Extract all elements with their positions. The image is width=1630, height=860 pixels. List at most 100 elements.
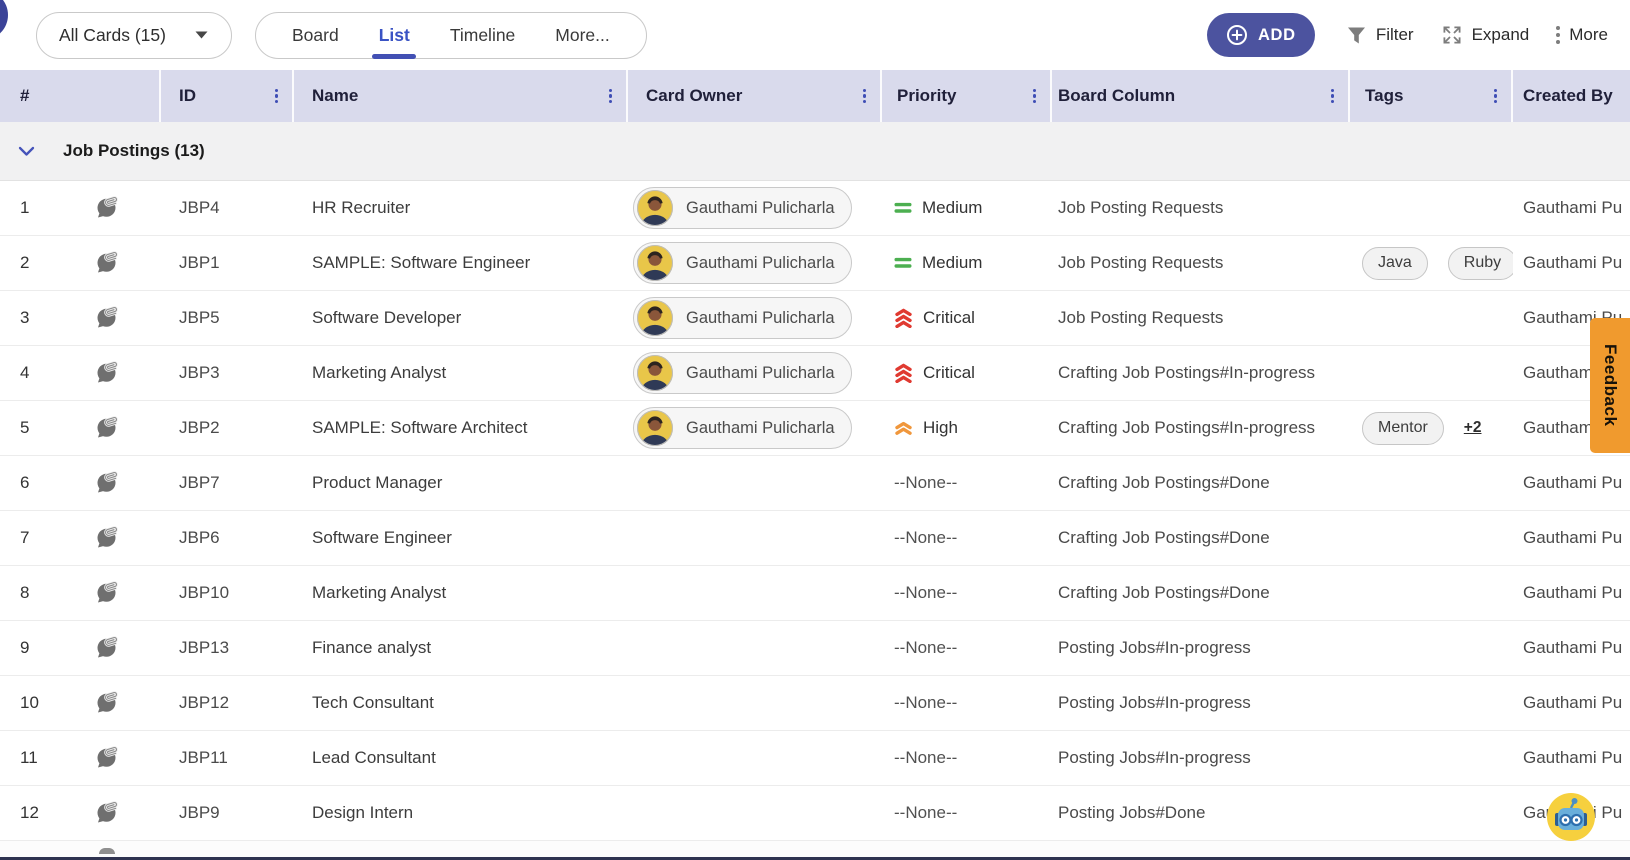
tag-pill[interactable]: Java bbox=[1362, 246, 1428, 280]
row-number: 9 bbox=[20, 638, 30, 657]
cell-card-name[interactable]: SAMPLE: Software Architect bbox=[294, 418, 628, 438]
column-menu-icon[interactable] bbox=[608, 88, 612, 104]
table-row[interactable]: 6 JBP7 Product Manager --None-- Crafting… bbox=[0, 456, 1630, 511]
priority-none: --None-- bbox=[894, 803, 958, 822]
card-name[interactable]: SAMPLE: Software Architect bbox=[312, 418, 527, 438]
more-tags-link[interactable]: +2 bbox=[1464, 419, 1482, 437]
column-label: Board Column bbox=[1058, 86, 1176, 105]
board-column-value: Crafting Job Postings#Done bbox=[1058, 528, 1270, 547]
card-name[interactable]: Finance analyst bbox=[312, 638, 431, 658]
card-owner-chip[interactable]: Gauthami Pulicharla bbox=[633, 187, 852, 229]
cell-card-name[interactable]: Software Developer bbox=[294, 308, 628, 328]
cell-card-name[interactable]: Software Engineer bbox=[294, 528, 628, 548]
card-owner-chip[interactable]: Gauthami Pulicharla bbox=[633, 242, 852, 284]
filter-button[interactable]: Filter bbox=[1346, 25, 1414, 46]
column-header-num[interactable]: # bbox=[0, 70, 161, 122]
comment-paperclip-icon bbox=[97, 801, 118, 823]
priority-none: --None-- bbox=[894, 693, 958, 712]
sprints-list-view: All Cards (15) Board List Timeline More... … bbox=[0, 0, 1630, 860]
feedback-tab[interactable]: Feedback bbox=[1590, 318, 1630, 453]
cell-card-name[interactable]: SAMPLE: Software Engineer bbox=[294, 253, 628, 273]
card-owner-chip[interactable]: Gauthami Pulicharla bbox=[633, 407, 852, 449]
collapse-chevron-icon[interactable] bbox=[18, 146, 35, 157]
tab-more[interactable]: More... bbox=[555, 13, 609, 58]
column-menu-icon[interactable] bbox=[274, 88, 278, 104]
cell-card-name[interactable]: Marketing Analyst bbox=[294, 583, 628, 603]
card-owner-chip[interactable]: Gauthami Pulicharla bbox=[633, 297, 852, 339]
priority-none: --None-- bbox=[894, 583, 958, 602]
tab-list[interactable]: List bbox=[372, 13, 417, 59]
cell-card-owner: Gauthami Pulicharla bbox=[628, 187, 882, 229]
column-header-id[interactable]: ID bbox=[161, 70, 294, 122]
board-column-value: Job Posting Requests bbox=[1058, 253, 1224, 272]
column-menu-icon[interactable] bbox=[862, 88, 866, 104]
assistant-fab[interactable] bbox=[1547, 793, 1595, 841]
cell-card-name[interactable]: Tech Consultant bbox=[294, 693, 628, 713]
column-header-created[interactable]: Created By bbox=[1513, 70, 1630, 122]
card-name[interactable]: Design Intern bbox=[312, 803, 413, 823]
card-id: JBP3 bbox=[179, 363, 220, 382]
created-by-value: Gauthami Pu bbox=[1523, 473, 1623, 492]
more-button[interactable]: More bbox=[1556, 25, 1608, 45]
table-row[interactable]: 9 JBP13 Finance analyst --None-- Posting… bbox=[0, 621, 1630, 676]
table-row[interactable]: 10 JBP12 Tech Consultant --None-- Postin… bbox=[0, 676, 1630, 731]
add-button[interactable]: ADD bbox=[1206, 13, 1315, 57]
column-header-board[interactable]: Board Column bbox=[1052, 70, 1350, 122]
priority-none: --None-- bbox=[894, 638, 958, 657]
table-row[interactable]: 1 JBP4 HR Recruiter Gauthami Pulicharla … bbox=[0, 181, 1630, 236]
table-row[interactable]: 2 JBP1 SAMPLE: Software Engineer Gautham… bbox=[0, 236, 1630, 291]
group-row-job-postings[interactable]: Job Postings (13) bbox=[0, 122, 1630, 181]
cell-created-by: Gauthami Pu bbox=[1513, 693, 1622, 713]
table-row[interactable]: 11 JBP11 Lead Consultant --None-- Postin… bbox=[0, 731, 1630, 786]
table-row[interactable]: 4 JBP3 Marketing Analyst Gauthami Pulich… bbox=[0, 346, 1630, 401]
card-name[interactable]: Tech Consultant bbox=[312, 693, 434, 713]
cell-created-by: Gauthami Pu bbox=[1513, 473, 1622, 493]
tag-pill[interactable]: Ruby bbox=[1447, 246, 1513, 280]
card-id: JBP6 bbox=[179, 528, 220, 547]
cell-card-name[interactable]: Finance analyst bbox=[294, 638, 628, 658]
table-row[interactable]: 5 JBP2 SAMPLE: Software Architect Gautha… bbox=[0, 401, 1630, 456]
tag-pill[interactable]: Mentor bbox=[1362, 411, 1444, 445]
owner-name: Gauthami Pulicharla bbox=[686, 198, 835, 217]
table-row[interactable]: 3 JBP5 Software Developer Gauthami Pulic… bbox=[0, 291, 1630, 346]
column-menu-icon[interactable] bbox=[1330, 88, 1334, 104]
card-name[interactable]: Marketing Analyst bbox=[312, 363, 446, 383]
priority-critical-icon bbox=[895, 308, 912, 328]
cell-card-name[interactable]: Design Intern bbox=[294, 803, 628, 823]
tab-timeline[interactable]: Timeline bbox=[450, 13, 515, 58]
card-name[interactable]: Lead Consultant bbox=[312, 748, 436, 768]
row-number: 11 bbox=[20, 748, 38, 767]
table-row[interactable]: 8 JBP10 Marketing Analyst --None-- Craft… bbox=[0, 566, 1630, 621]
card-owner-chip[interactable]: Gauthami Pulicharla bbox=[633, 352, 852, 394]
column-header-owner[interactable]: Card Owner bbox=[628, 70, 882, 122]
column-header-name[interactable]: Name bbox=[294, 70, 628, 122]
comment-paperclip-icon bbox=[97, 691, 118, 713]
card-name[interactable]: SAMPLE: Software Engineer bbox=[312, 253, 530, 273]
cell-card-id: JBP4 bbox=[161, 198, 294, 218]
cell-row-number: 11 bbox=[0, 744, 161, 772]
priority-label: Critical bbox=[923, 308, 975, 327]
cell-card-name[interactable]: Product Manager bbox=[294, 473, 628, 493]
cell-card-name[interactable]: Marketing Analyst bbox=[294, 363, 628, 383]
table-row[interactable]: 12 JBP9 Design Intern --None-- Posting J… bbox=[0, 786, 1630, 841]
cell-card-name[interactable]: HR Recruiter bbox=[294, 198, 628, 218]
column-label: Tags bbox=[1365, 86, 1404, 105]
priority-none: --None-- bbox=[894, 473, 958, 492]
cards-filter-dropdown[interactable]: All Cards (15) bbox=[36, 11, 232, 59]
card-name[interactable]: Product Manager bbox=[312, 473, 442, 493]
card-name[interactable]: Software Engineer bbox=[312, 528, 452, 548]
card-name[interactable]: Marketing Analyst bbox=[312, 583, 446, 603]
card-name[interactable]: HR Recruiter bbox=[312, 198, 410, 218]
table-row[interactable]: 7 JBP6 Software Engineer --None-- Crafti… bbox=[0, 511, 1630, 566]
column-menu-icon[interactable] bbox=[1032, 88, 1036, 104]
column-menu-icon[interactable] bbox=[1493, 88, 1497, 104]
tab-board[interactable]: Board bbox=[292, 13, 339, 58]
column-header-tags[interactable]: Tags bbox=[1350, 70, 1513, 122]
cell-priority: Medium bbox=[882, 198, 1052, 218]
column-header-priority[interactable]: Priority bbox=[882, 70, 1052, 122]
expand-button[interactable]: Expand bbox=[1441, 24, 1529, 46]
cell-priority: --None-- bbox=[882, 528, 1052, 548]
filter-icon bbox=[1347, 27, 1365, 43]
card-name[interactable]: Software Developer bbox=[312, 308, 461, 328]
cell-card-name[interactable]: Lead Consultant bbox=[294, 748, 628, 768]
